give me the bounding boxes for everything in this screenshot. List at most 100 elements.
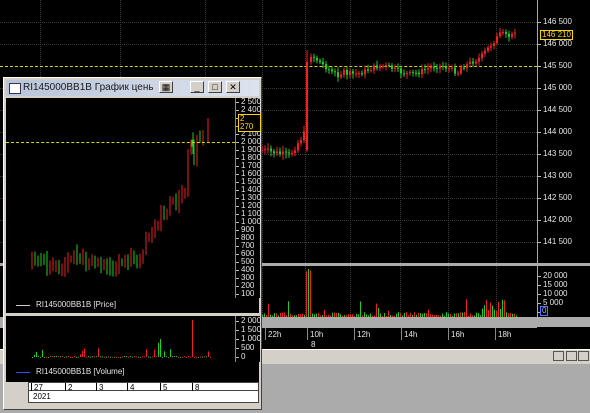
time-tick-label: 22h <box>268 330 282 339</box>
candle-body <box>130 256 132 265</box>
volume-bar <box>372 315 373 317</box>
volume-bar <box>488 310 489 317</box>
volume-bar <box>506 312 507 317</box>
volume-bar <box>478 313 479 317</box>
candle-body <box>282 151 284 154</box>
volume-bar <box>410 312 411 317</box>
volume-bar <box>334 312 335 317</box>
volume-bar <box>362 315 363 317</box>
candle-body <box>358 73 360 75</box>
volume-bar <box>272 315 273 317</box>
volume-bar <box>402 315 403 317</box>
candle-body <box>475 61 477 64</box>
volume-tick-label: 1 500 <box>241 325 262 334</box>
volume-bar <box>380 313 381 317</box>
volume-bar <box>456 313 457 317</box>
volume-bar <box>510 312 511 317</box>
volume-bar <box>74 355 75 357</box>
volume-bar <box>390 315 391 317</box>
volume-bar <box>408 315 409 317</box>
volume-bar <box>440 315 441 317</box>
window-chart-icon <box>9 83 21 94</box>
volume-bar <box>104 356 105 358</box>
candle-body <box>136 260 138 262</box>
volume-bar <box>386 315 387 317</box>
candle-body <box>300 140 302 144</box>
candle-body <box>163 212 165 215</box>
candle-body <box>490 46 492 48</box>
window-titlebar[interactable]: RI145000BB1B График цены и ▦ _ □ ✕ <box>6 80 259 96</box>
volume-bar <box>342 315 343 317</box>
volume-bar <box>208 351 209 357</box>
volume-bar <box>54 356 55 358</box>
volume-bar <box>190 356 191 358</box>
volume-bar <box>344 315 345 317</box>
window-price-pane[interactable] <box>6 98 235 298</box>
window-volume-pane[interactable] <box>6 316 235 362</box>
candle-body <box>91 260 93 263</box>
volume-tick-label: 2 000 <box>241 316 262 325</box>
candle-body <box>127 258 129 265</box>
candle-body <box>124 258 126 264</box>
volume-bar <box>94 356 95 358</box>
candle-body <box>109 265 111 268</box>
candle-body <box>97 260 99 265</box>
price-tick-label: 146 000 <box>543 39 572 48</box>
volume-bar <box>76 356 77 358</box>
candle-body <box>397 67 399 69</box>
candle-body <box>340 74 342 78</box>
volume-bar <box>114 356 115 358</box>
price-tick-label: 144 500 <box>543 105 572 114</box>
volume-bar <box>306 271 307 317</box>
maximize-button[interactable]: □ <box>208 81 222 93</box>
volume-tick-label: 1 000 <box>241 334 262 343</box>
volume-bar <box>322 314 323 317</box>
volume-bar <box>40 356 41 358</box>
volume-bar <box>122 356 123 358</box>
candle-body <box>73 252 75 259</box>
time-tick-label: 16h <box>451 330 465 339</box>
volume-bar <box>196 356 197 358</box>
candle-body <box>52 265 54 267</box>
volume-tick-label: 20 000 <box>543 271 568 280</box>
close-button[interactable]: ✕ <box>226 81 240 93</box>
volume-tick-label: 15 000 <box>543 280 568 289</box>
volume-bar <box>336 313 337 317</box>
volume-bar <box>484 305 485 317</box>
volume-bar <box>406 312 407 317</box>
window-volume-axis: 2 000 1 500 1 000 500 0 <box>235 316 262 362</box>
volume-bar <box>106 356 107 358</box>
candle-body <box>133 256 135 261</box>
window-date-axis: 27 2 3 4 5 8 <box>28 382 259 392</box>
minimize-button[interactable]: _ <box>190 81 204 93</box>
volume-bar <box>366 314 367 317</box>
candle-body <box>264 149 266 151</box>
volume-bar <box>278 315 279 317</box>
volume-bar <box>170 349 171 357</box>
candle-body <box>319 60 321 62</box>
volume-bar <box>158 342 159 357</box>
candle-body <box>43 258 45 260</box>
volume-bar <box>110 356 111 358</box>
volume-bar <box>454 313 455 317</box>
volume-bar <box>516 315 517 317</box>
volume-bar <box>34 354 35 357</box>
chart-window[interactable]: RI145000BB1B График цены и ▦ _ □ ✕ 2 500… <box>3 77 262 410</box>
volume-bar <box>148 356 149 358</box>
volume-bar <box>368 315 369 317</box>
volume-bar <box>62 356 63 358</box>
candle-body <box>184 191 186 193</box>
candle-body <box>481 53 483 59</box>
candle-body <box>328 69 330 71</box>
candle-body <box>118 262 120 270</box>
window-price-legend: RI145000BB1B [Price] <box>6 298 259 313</box>
candle-body <box>376 65 378 69</box>
candle-body <box>285 151 287 153</box>
volume-bar <box>396 313 397 317</box>
candle-body <box>442 65 444 67</box>
candle-body <box>273 151 275 154</box>
volume-bar <box>514 313 515 317</box>
settings-icon[interactable]: ▦ <box>159 81 173 93</box>
candle-body <box>142 252 144 258</box>
volume-bar <box>100 356 101 358</box>
